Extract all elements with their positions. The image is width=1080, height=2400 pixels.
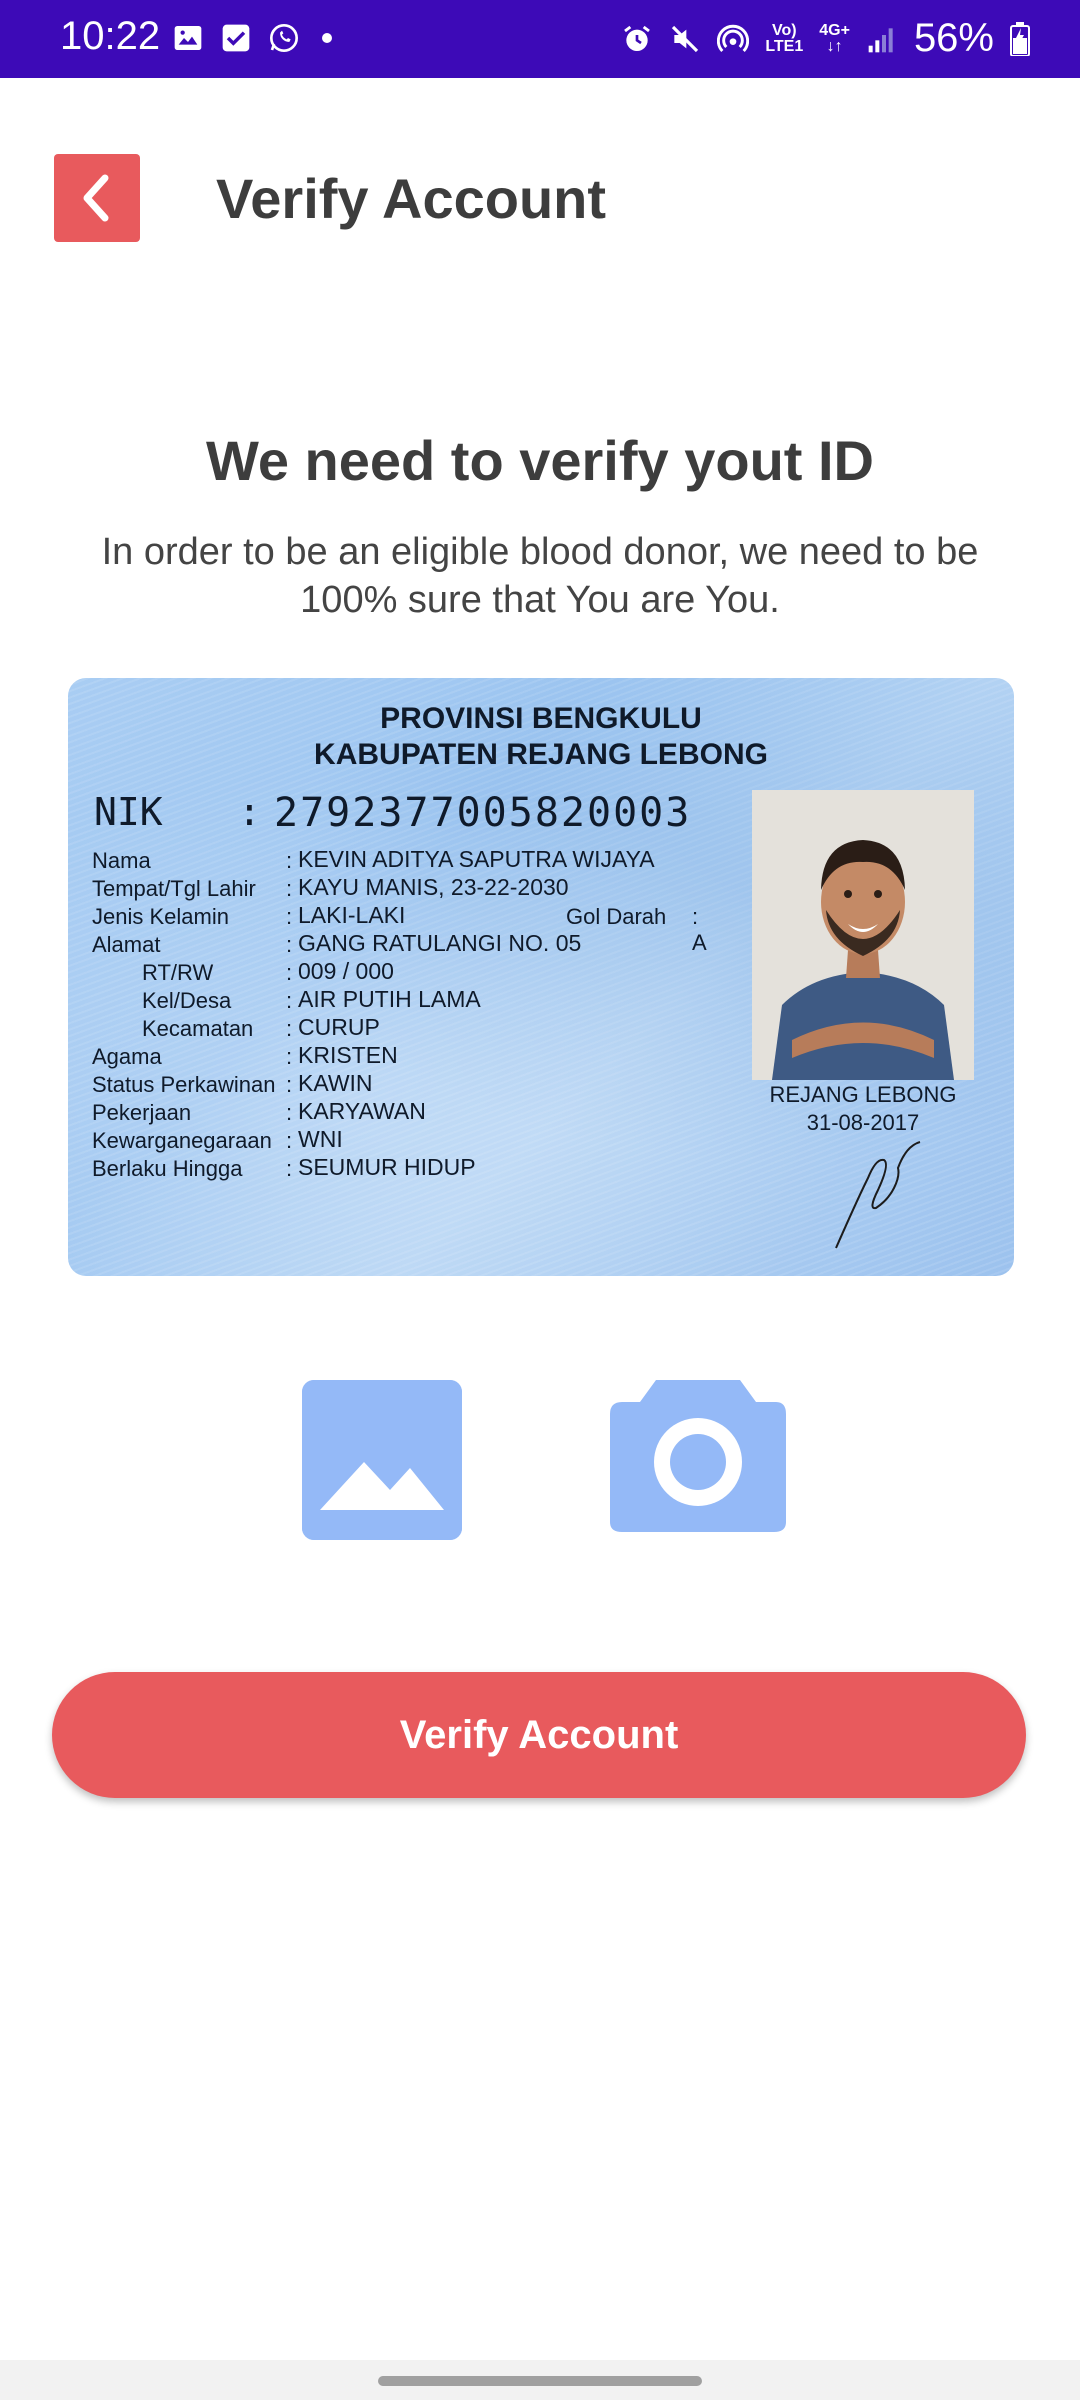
camera-icon — [610, 1380, 786, 1532]
card-field-value: CURUP — [298, 1014, 380, 1040]
card-nik-label: NIK — [94, 790, 163, 834]
status-time: 10:22 — [60, 14, 161, 58]
id-card-image: PROVINSI BENGKULU KABUPATEN REJANG LEBON… — [68, 678, 1014, 1276]
card-field-value: KAWIN — [298, 1070, 373, 1096]
card-field-label: Kewarganegaraan — [92, 1128, 272, 1153]
card-field-label: Jenis Kelamin — [92, 904, 229, 929]
card-issue-place: REJANG LEBONG — [769, 1082, 957, 1107]
card-field-row: Tempat/Tgl Lahir: KAYU MANIS, 23-22-2030 — [92, 874, 712, 902]
card-field-colon: : — [286, 960, 293, 985]
card-field-label: Pekerjaan — [92, 1100, 192, 1125]
more-notifications-dot — [322, 33, 332, 43]
volte-indicator: Vo) LTE1 — [765, 21, 804, 55]
hotspot-icon — [717, 24, 750, 52]
card-field-colon: : — [286, 1100, 293, 1125]
data-arrows-text: ↓↑ — [826, 37, 843, 55]
card-field-value: KEVIN ADITYA SAPUTRA WIJAYA — [298, 846, 655, 872]
card-issue-date: 31-08-2017 — [806, 1110, 920, 1135]
card-field-row: Kecamatan: CURUP — [92, 1014, 712, 1042]
card-field-label: Nama — [92, 848, 151, 873]
card-field-colon: : — [286, 1044, 293, 1069]
card-field-value: KARYAWAN — [298, 1098, 426, 1124]
back-button[interactable] — [54, 154, 140, 242]
verify-heading: We need to verify yout ID — [206, 429, 874, 492]
card-regency: KABUPATEN REJANG LEBONG — [314, 738, 768, 771]
image-icon — [302, 1380, 462, 1540]
whatsapp-icon — [270, 24, 298, 52]
card-field-label: Agama — [92, 1044, 162, 1069]
card-field-row: Pekerjaan: KARYAWAN — [92, 1098, 712, 1126]
battery-percent: 56% — [913, 16, 994, 60]
network-type-indicator: 4G+ ↓↑ — [819, 21, 850, 55]
card-field-value: LAKI-LAKI — [298, 902, 406, 928]
gallery-notification-icon — [174, 26, 202, 50]
card-field-colon: : — [286, 1128, 293, 1153]
card-field-label: Alamat — [92, 932, 161, 957]
card-field-label: Berlaku Hingga — [92, 1156, 243, 1181]
system-icons: Vo) LTE1 4G+ ↓↑ 56% — [621, 16, 1030, 61]
card-field-row: Status Perkawinan: KAWIN — [92, 1070, 712, 1098]
card-field-colon: : — [286, 988, 293, 1013]
card-field-value: SEUMUR HIDUP — [298, 1154, 476, 1180]
card-field-label: Kecamatan — [142, 1016, 254, 1041]
mute-icon — [672, 25, 699, 52]
alarm-icon — [624, 25, 651, 51]
card-field-row: Alamat: GANG RATULANGI NO. 05 — [92, 930, 712, 958]
card-field-row: Nama: KEVIN ADITYA SAPUTRA WIJAYA — [92, 846, 712, 874]
card-field-value: WNI — [298, 1126, 343, 1152]
card-field-value: AIR PUTIH LAMA — [298, 986, 481, 1012]
card-field-value: 009 / 000 — [298, 958, 394, 984]
chevron-left-icon — [83, 174, 109, 222]
card-field-row: Agama: KRISTEN — [92, 1042, 712, 1070]
volte-bottom-text: LTE1 — [765, 37, 804, 55]
card-field-colon: : — [286, 1016, 293, 1041]
card-province: PROVINSI BENGKULU — [380, 702, 702, 735]
card-nik-colon: : — [238, 790, 261, 834]
card-field-value: KRISTEN — [298, 1042, 398, 1068]
notification-icons — [172, 22, 332, 54]
card-field-row: RT/RW:009 / 000 — [92, 958, 712, 986]
card-field-colon: : — [286, 876, 293, 901]
home-gesture-handle[interactable] — [378, 2376, 702, 2386]
card-field-colon: : — [286, 904, 293, 929]
card-blood-label: Gol Darah — [566, 904, 667, 929]
card-field-colon: : — [286, 1072, 293, 1097]
page-title: Verify Account — [216, 167, 607, 230]
card-field-row: Berlaku Hingga: SEUMUR HIDUP — [92, 1154, 712, 1182]
verify-description: In order to be an eligible blood donor, … — [101, 531, 979, 621]
card-field-colon: : — [286, 848, 293, 873]
portrait-illustration — [752, 790, 974, 1080]
card-portrait-photo — [752, 790, 974, 1080]
card-field-row: Kewarganegaraan: WNI — [92, 1126, 712, 1154]
card-field-value: GANG RATULANGI NO. 05 — [298, 930, 582, 956]
card-field-label: Status Perkawinan — [92, 1072, 276, 1097]
card-field-colon: : — [286, 932, 293, 957]
card-field-value: KAYU MANIS, 23-22-2030 — [298, 874, 569, 900]
card-fields: Nama: KEVIN ADITYA SAPUTRA WIJAYA Tempat/… — [92, 846, 712, 1182]
signal-icon — [868, 27, 893, 52]
volte-top-text: Vo) — [771, 21, 797, 39]
gallery-button[interactable] — [302, 1380, 462, 1540]
navigation-bar — [0, 2360, 1080, 2400]
camera-button[interactable] — [608, 1372, 788, 1532]
card-field-row: Jenis Kelamin: LAKI-LAKI Gol Darah: A — [92, 902, 712, 955]
signature-mark — [835, 1141, 921, 1249]
card-field-colon: : — [286, 1156, 293, 1181]
verify-account-button[interactable]: Verify Account — [52, 1672, 1026, 1798]
card-nik-value: 2792377005820003 — [274, 790, 692, 836]
card-field-label: Kel/Desa — [142, 988, 232, 1013]
battery-charging-icon — [1010, 21, 1030, 56]
card-field-row: Kel/Desa: AIR PUTIH LAMA — [92, 986, 712, 1014]
status-bar: 10:22 Vo) LTE1 4G+ ↓↑ 56% — [0, 0, 1080, 78]
card-field-label: Tempat/Tgl Lahir — [92, 876, 256, 901]
network-type-text: 4G+ — [819, 21, 850, 39]
checkbox-notification-icon — [222, 24, 250, 52]
card-field-label: RT/RW — [142, 960, 214, 985]
